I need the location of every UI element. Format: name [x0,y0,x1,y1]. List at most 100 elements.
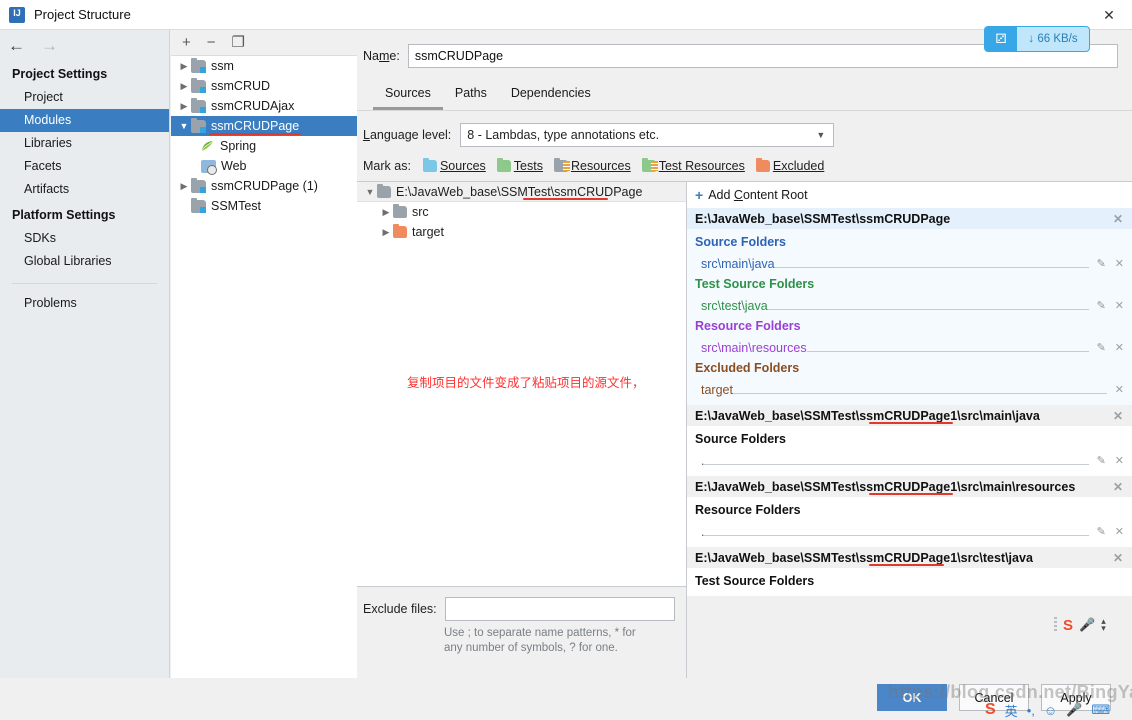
sidebar-item-libraries[interactable]: Libraries [0,132,169,155]
settings-sidebar: ← → Project Settings Project Modules Lib… [0,30,170,707]
folder-tree-item-target[interactable]: ▶ target [357,222,686,242]
back-arrow-icon[interactable]: ← [8,37,25,54]
sidebar-item-sdks[interactable]: SDKs [0,227,169,250]
close-icon[interactable]: ✕ [1115,525,1124,538]
chinese-mode-icon[interactable]: 英 [1005,701,1018,720]
sogou-logo-icon[interactable]: S [985,701,996,719]
content-root-header[interactable]: E:\JavaWeb_base\SSMTest\ssmCRUDPage1\src… [687,405,1132,426]
close-icon[interactable]: ✕ [1115,299,1124,312]
pencil-icon[interactable]: ✎ [1097,341,1106,354]
module-folder-icon [191,197,206,213]
category-title-source-folders: Source Folders [695,432,786,446]
remove-content-root-icon[interactable]: ✕ [1113,212,1123,226]
module-tree-item-ssmcrudpage[interactable]: ▼ ssmCRUDPage [171,116,357,136]
sogou-ime-taskbar[interactable]: S 英 •, ☺ 🎤 ⌨ [985,700,1110,720]
entry-actions: ✎ ✕ [1097,299,1124,312]
drag-handle-icon[interactable] [1054,617,1057,633]
folder-entry-row[interactable]: . ✎ ✕ [687,519,1132,539]
chevron-down-icon[interactable]: ▼ [816,130,825,140]
microphone-icon[interactable]: 🎤 [1079,617,1095,633]
sidebar-item-artifacts[interactable]: Artifacts [0,178,169,201]
tab-dependencies[interactable]: Dependencies [499,82,603,110]
module-folder-icon [191,117,206,133]
add-module-icon[interactable]: + [182,35,191,50]
pencil-icon[interactable]: ✎ [1097,299,1106,312]
module-tree-item-ssmcrudpage-1[interactable]: ▶ ssmCRUDPage (1) [171,176,357,196]
module-tree-item-ssmtest[interactable]: ▶ SSMTest [171,196,357,216]
folder-entry-row[interactable]: . ✎ ✕ [687,448,1132,468]
sidebar-item-global-libraries[interactable]: Global Libraries [0,250,169,273]
sidebar-item-project[interactable]: Project [0,86,169,109]
keyboard-icon[interactable]: ⌨ [1091,702,1110,718]
folder-entry-row[interactable]: src\main\resources ✎ ✕ [687,335,1132,355]
facet-label: Spring [220,139,257,153]
folder-entry-path: src\test\java [701,299,768,313]
remove-content-root-icon[interactable]: ✕ [1113,480,1123,494]
chevron-down-icon[interactable]: ▼ [363,187,377,197]
exclude-files-hint: Use ; to separate name patterns, * for a… [357,621,686,656]
close-icon[interactable]: ✕ [1115,341,1124,354]
chevron-right-icon[interactable]: ▶ [177,101,191,112]
language-level-select[interactable]: 8 - Lambdas, type annotations etc. ▼ [460,123,835,147]
close-icon[interactable]: ✕ [1115,383,1124,396]
add-content-root-button[interactable]: + Add Content Root [687,182,1132,208]
tab-sources[interactable]: Sources [373,82,443,110]
punctuation-icon[interactable]: •, [1027,703,1035,718]
entry-actions: ✎ ✕ [1097,525,1124,538]
folder-tree-item-src[interactable]: ▶ src [357,202,686,222]
sidebar-item-modules[interactable]: Modules [0,109,169,132]
chevron-right-icon[interactable]: ▶ [177,181,191,192]
forward-arrow-icon[interactable]: → [41,37,58,54]
red-underline-annotation [869,493,953,495]
content-root-header[interactable]: E:\JavaWeb_base\SSMTest\ssmCRUDPage1\src… [687,547,1132,568]
mark-as-excluded-button[interactable]: Excluded [755,158,824,173]
chevron-down-icon[interactable]: ▼ [177,121,191,131]
folder-tree-root-row[interactable]: ▼ E:\JavaWeb_base\SSMTest\ssmCRUDPage [357,182,686,202]
close-icon[interactable]: ✕ [1086,0,1132,30]
folder-entry-row[interactable]: src\test\java ✎ ✕ [687,293,1132,313]
pencil-icon[interactable]: ✎ [1097,257,1106,270]
sidebar-item-facets[interactable]: Facets [0,155,169,178]
sogou-ime-inline-toolbar[interactable]: S 🎤 ▴ ▾ [1054,613,1112,637]
remove-module-icon[interactable]: − [207,35,216,50]
content-root-header[interactable]: E:\JavaWeb_base\SSMTest\ssmCRUDPage ✕ [687,208,1132,229]
pencil-icon[interactable]: ✎ [1097,525,1106,538]
remove-content-root-icon[interactable]: ✕ [1113,551,1123,565]
mark-as-resources-button[interactable]: Resources [553,158,631,173]
module-tree-item-ssm[interactable]: ▶ ssm [171,56,357,76]
entry-underline [732,393,1107,394]
pencil-icon[interactable]: ✎ [1097,454,1106,467]
remove-content-root-icon[interactable]: ✕ [1113,409,1123,423]
sidebar-item-problems[interactable]: Problems [0,292,169,315]
content-root-header[interactable]: E:\JavaWeb_base\SSMTest\ssmCRUDPage1\src… [687,476,1132,497]
tab-paths[interactable]: Paths [443,82,499,110]
exclude-files-input[interactable] [444,597,675,621]
red-underline-annotation [869,564,944,566]
ok-button[interactable]: OK [877,684,947,711]
network-speed-widget[interactable]: ⚂ ↓ 66 KB/s [984,26,1090,52]
copy-module-icon[interactable]: ❐ [232,35,245,50]
mark-as-test-resources-button[interactable]: Test Resources [641,158,745,173]
sogou-logo-icon[interactable]: S [1063,617,1073,634]
chevron-right-icon[interactable]: ▶ [379,227,393,238]
expand-arrows-icon[interactable]: ▴ ▾ [1101,617,1106,633]
module-tree-item-ssmcrud[interactable]: ▶ ssmCRUD [171,76,357,96]
module-tree-item-ssmcrudajax[interactable]: ▶ ssmCRUDAjax [171,96,357,116]
module-tree-item-spring[interactable]: Spring [171,136,357,156]
folder-entry-row[interactable]: target ✕ [687,377,1132,397]
emoji-icon[interactable]: ☺ [1044,703,1057,718]
microphone-icon[interactable]: 🎤 [1066,702,1082,718]
category-title-resource-folders: Resource Folders [695,319,801,333]
entry-underline [704,535,1089,536]
module-toolbar: + − ❐ [171,30,357,56]
mark-as-sources-button[interactable]: Sources [422,158,486,173]
module-tree-item-web[interactable]: Web [171,156,357,176]
close-icon[interactable]: ✕ [1115,257,1124,270]
folder-entry-row[interactable]: src\main\java ✎ ✕ [687,251,1132,271]
close-icon[interactable]: ✕ [1115,454,1124,467]
mark-as-tests-button[interactable]: Tests [496,158,543,173]
chevron-right-icon[interactable]: ▶ [379,207,393,218]
folder-entry-row[interactable]: . [687,590,1132,596]
chevron-right-icon[interactable]: ▶ [177,61,191,72]
chevron-right-icon[interactable]: ▶ [177,81,191,92]
